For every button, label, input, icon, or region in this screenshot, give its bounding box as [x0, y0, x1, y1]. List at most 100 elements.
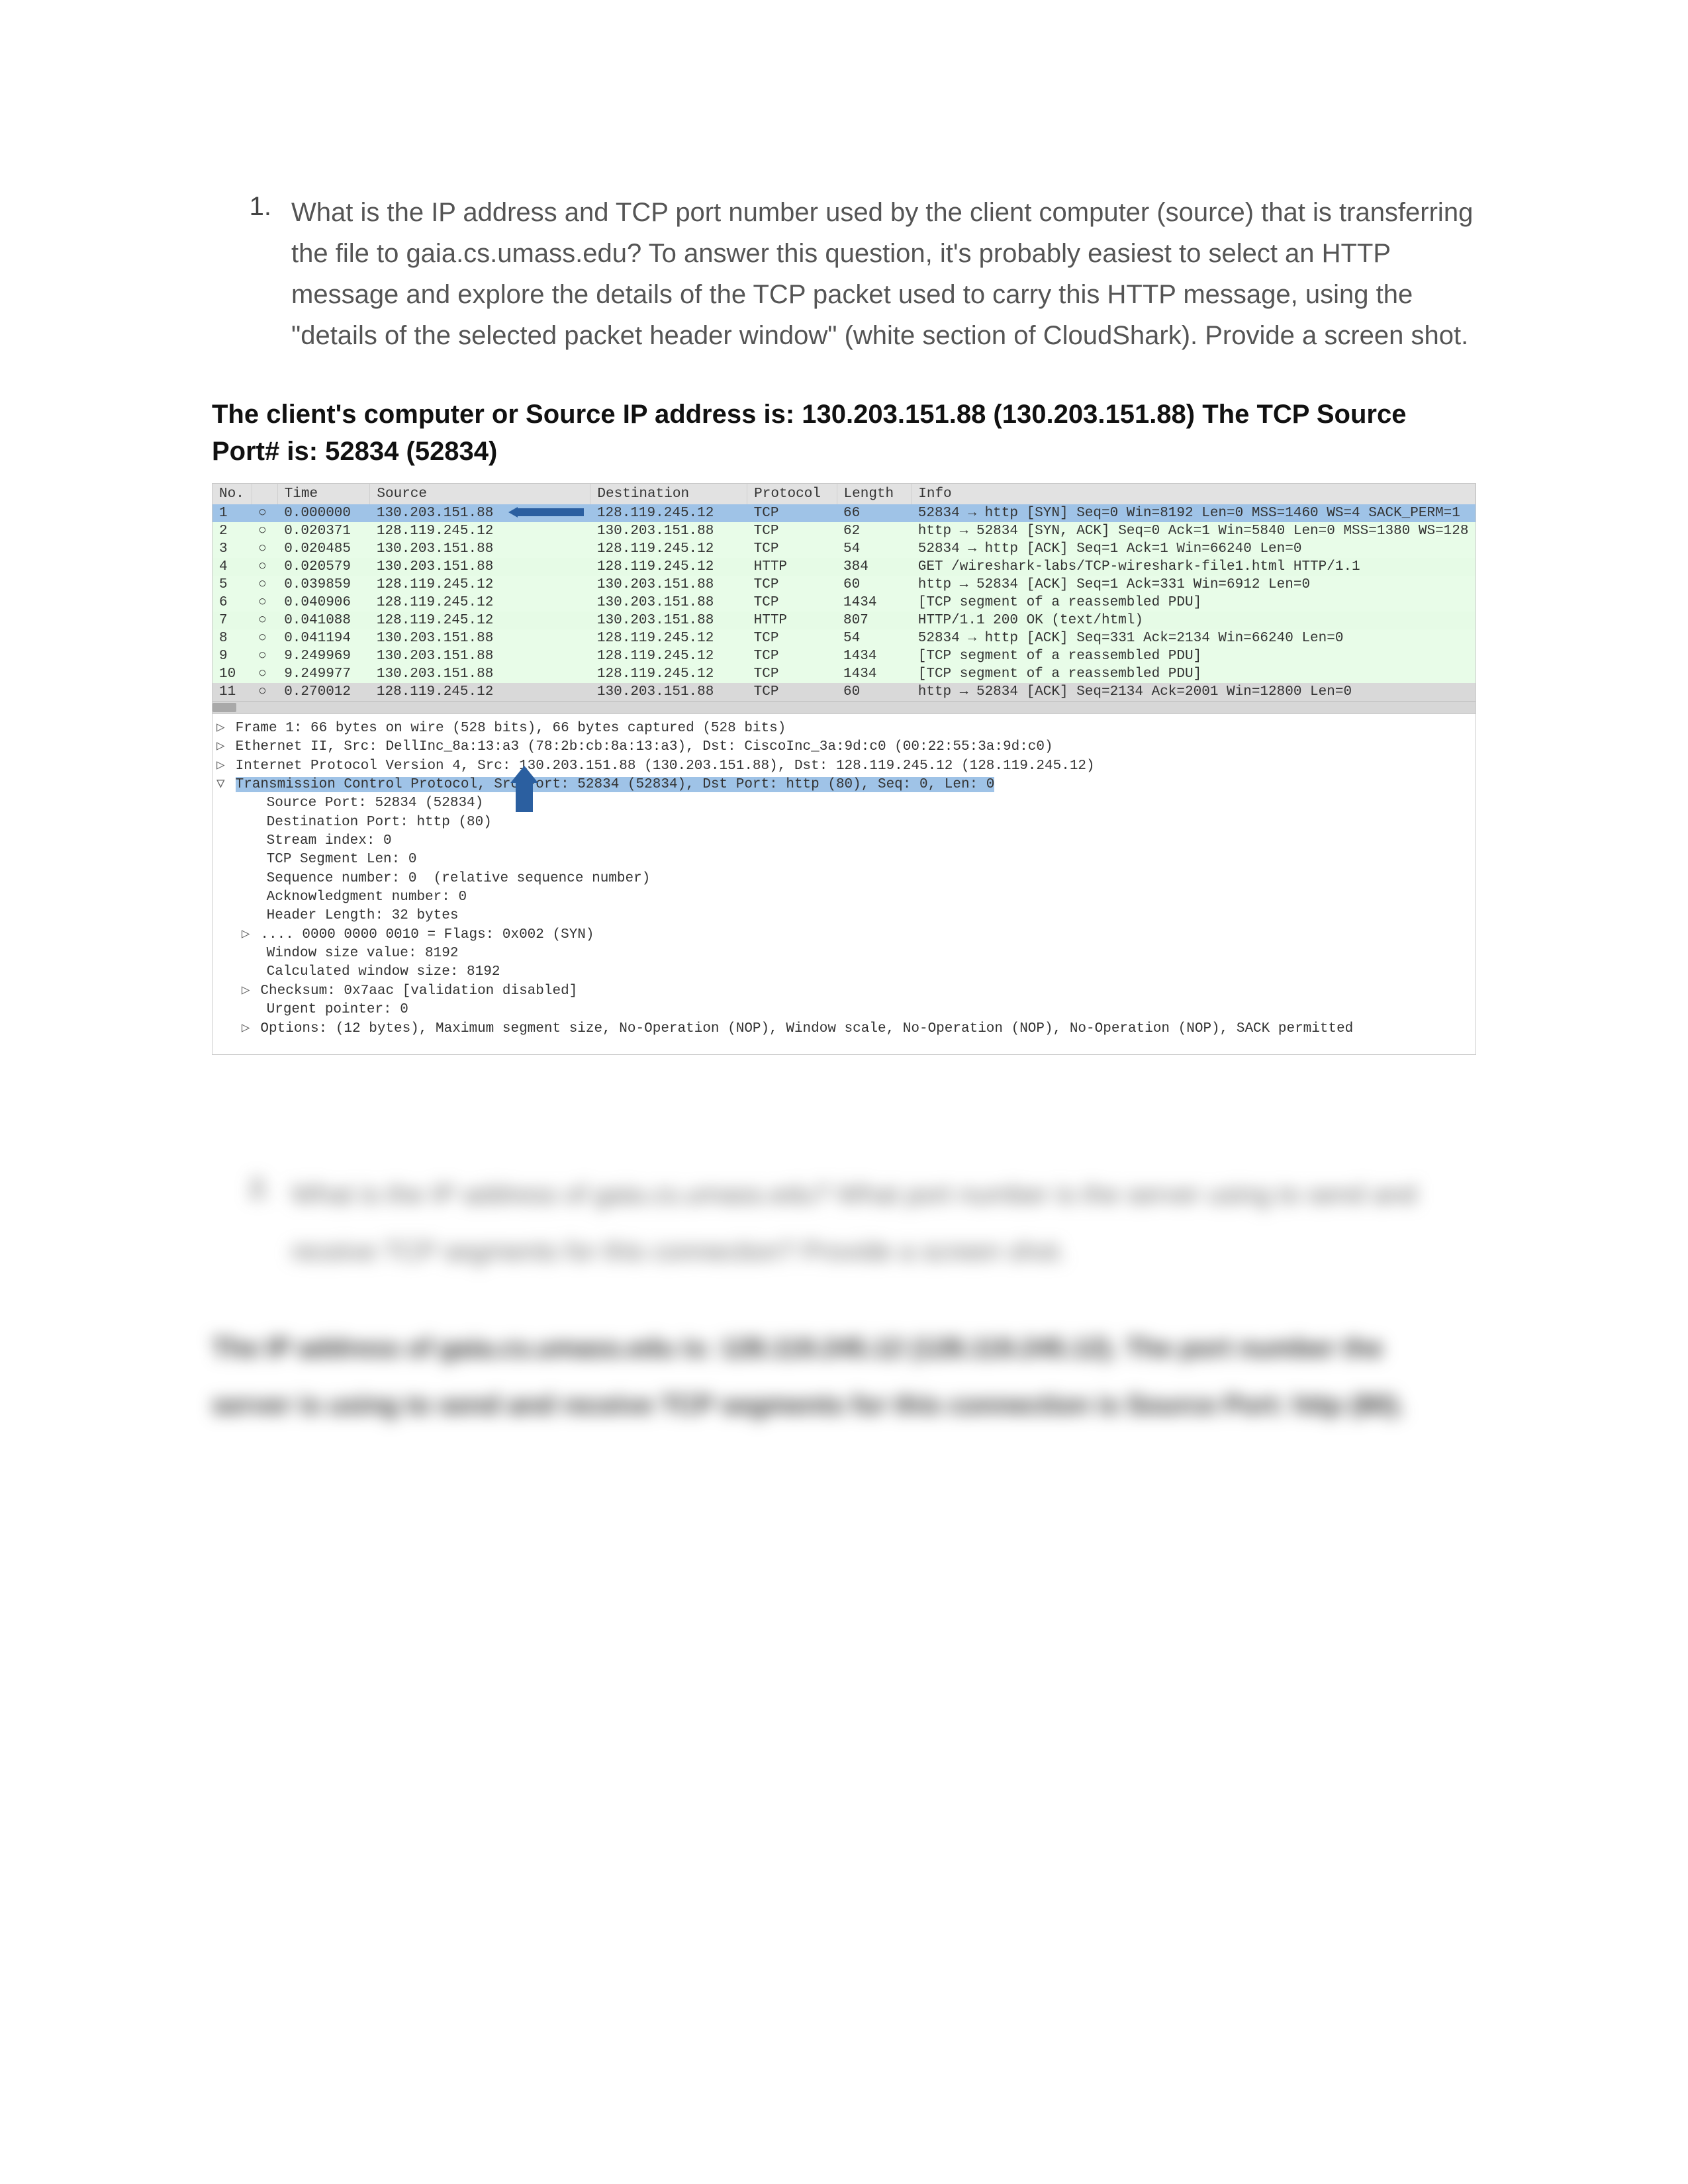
table-row[interactable]: 6○0.040906128.119.245.12130.203.151.88TC… — [212, 594, 1476, 612]
annotation-arrow-left — [504, 506, 584, 521]
column-header[interactable]: Source — [370, 484, 590, 504]
table-row[interactable]: 11○0.270012128.119.245.12130.203.151.88T… — [212, 683, 1476, 701]
cell: 54 — [837, 540, 912, 558]
cell: 5 — [212, 576, 252, 594]
cell: 4 — [212, 558, 252, 576]
cell: ○ — [252, 629, 277, 647]
cell: ○ — [252, 522, 277, 540]
table-row[interactable]: 2○0.020371128.119.245.12130.203.151.88TC… — [212, 522, 1476, 540]
cell: 52834 → http [ACK] Seq=331 Ack=2134 Win=… — [912, 629, 1476, 647]
column-header[interactable]: No. — [212, 484, 252, 504]
detail-subline: Options: (12 bytes), Maximum segment siz… — [216, 1020, 1472, 1038]
cell: 7 — [212, 612, 252, 629]
expand-icon[interactable] — [242, 982, 252, 1001]
cell: 130.203.151.88 — [370, 558, 590, 576]
cell: 62 — [837, 522, 912, 540]
expand-icon[interactable] — [216, 738, 227, 756]
cell: 807 — [837, 612, 912, 629]
cell: 8 — [212, 629, 252, 647]
cell: 6 — [212, 594, 252, 612]
collapse-icon[interactable] — [216, 776, 227, 794]
annotation-arrow-up — [510, 766, 538, 812]
question-number: 1. — [212, 192, 291, 356]
detail-text-highlighted: Transmission Control Protocol, Src Port:… — [236, 777, 995, 792]
expand-icon[interactable] — [216, 757, 227, 776]
cell: 130.203.151.88 — [370, 504, 590, 522]
detail-frame[interactable]: Frame 1: 66 bytes on wire (528 bits), 66… — [216, 719, 1472, 738]
cell: 130.203.151.88 — [370, 540, 590, 558]
table-row[interactable]: 3○0.020485130.203.151.88128.119.245.12TC… — [212, 540, 1476, 558]
cell: 2 — [212, 522, 252, 540]
cell: 1434 — [837, 647, 912, 665]
detail-tcp[interactable]: Transmission Control Protocol, Src Port:… — [216, 776, 1472, 794]
cell: http → 52834 [ACK] Seq=2134 Ack=2001 Win… — [912, 683, 1476, 701]
cell: 128.119.245.12 — [590, 504, 747, 522]
cell: TCP — [747, 683, 837, 701]
cell: 128.119.245.12 — [590, 540, 747, 558]
expand-icon[interactable] — [242, 926, 252, 944]
column-header[interactable]: Destination — [590, 484, 747, 504]
answer-1: The client's computer or Source IP addre… — [212, 396, 1476, 470]
table-row[interactable]: 9○9.249969130.203.151.88128.119.245.12TC… — [212, 647, 1476, 665]
table-row[interactable]: 1○0.000000130.203.151.88 128.119.245.12T… — [212, 504, 1476, 522]
table-row[interactable]: 4○0.020579130.203.151.88128.119.245.12HT… — [212, 558, 1476, 576]
cell: 130.203.151.88 — [370, 629, 590, 647]
detail-ethernet[interactable]: Ethernet II, Src: DellInc_8a:13:a3 (78:2… — [216, 738, 1472, 756]
cell: 66 — [837, 504, 912, 522]
column-header[interactable]: Protocol — [747, 484, 837, 504]
cell: TCP — [747, 522, 837, 540]
cell: 0.041194 — [277, 629, 370, 647]
cell: 11 — [212, 683, 252, 701]
column-header[interactable]: Info — [912, 484, 1476, 504]
cell: TCP — [747, 665, 837, 683]
table-row[interactable]: 10○9.249977130.203.151.88128.119.245.12T… — [212, 665, 1476, 683]
cell: ○ — [252, 612, 277, 629]
cell: 52834 → http [ACK] Seq=1 Ack=1 Win=66240… — [912, 540, 1476, 558]
cell: 128.119.245.12 — [370, 522, 590, 540]
cell: 130.203.151.88 — [590, 683, 747, 701]
cell: 54 — [837, 629, 912, 647]
detail-text: Internet Protocol Version 4, Src: 130.20… — [236, 758, 1095, 774]
cell: GET /wireshark-labs/TCP-wireshark-file1.… — [912, 558, 1476, 576]
cell: 9.249977 — [277, 665, 370, 683]
cell: ○ — [252, 558, 277, 576]
detail-text: Frame 1: 66 bytes on wire (528 bits), 66… — [236, 721, 786, 736]
expand-icon[interactable] — [242, 1020, 252, 1038]
cell: ○ — [252, 665, 277, 683]
cell: 384 — [837, 558, 912, 576]
detail-subline: Checksum: 0x7aac [validation disabled] — [216, 982, 1472, 1001]
cell: 0.040906 — [277, 594, 370, 612]
blurred-text: What is the IP address of gaia.cs.umass.… — [291, 1174, 1417, 1215]
cell: 128.119.245.12 — [370, 576, 590, 594]
expand-icon[interactable] — [216, 719, 227, 738]
detail-subline: Destination Port: http (80) — [216, 813, 1472, 832]
column-header[interactable]: Time — [277, 484, 370, 504]
scrollbar-thumb[interactable] — [212, 703, 236, 712]
cell: HTTP — [747, 558, 837, 576]
cell: 9.249969 — [277, 647, 370, 665]
column-header[interactable]: Length — [837, 484, 912, 504]
cell: 0.270012 — [277, 683, 370, 701]
packet-table: No. TimeSourceDestinationProtocolLengthI… — [212, 484, 1476, 701]
detail-subline: .... 0000 0000 0010 = Flags: 0x002 (SYN) — [216, 926, 1472, 944]
cell: 3 — [212, 540, 252, 558]
cell: [TCP segment of a reassembled PDU] — [912, 594, 1476, 612]
cell: TCP — [747, 576, 837, 594]
detail-ip[interactable]: Internet Protocol Version 4, Src: 130.20… — [216, 757, 1472, 776]
question-2-blurred: 2. What is the IP address of gaia.cs.uma… — [212, 1174, 1476, 1426]
cell: 60 — [837, 576, 912, 594]
cell: TCP — [747, 647, 837, 665]
question-1: 1. What is the IP address and TCP port n… — [212, 192, 1476, 356]
detail-subline: TCP Segment Len: 0 — [216, 850, 1472, 869]
column-header[interactable] — [252, 484, 277, 504]
detail-subline: Window size value: 8192 — [216, 944, 1472, 963]
packet-list-pane: No. TimeSourceDestinationProtocolLengthI… — [212, 483, 1476, 714]
cell: 128.119.245.12 — [370, 594, 590, 612]
table-row[interactable]: 8○0.041194130.203.151.88128.119.245.12TC… — [212, 629, 1476, 647]
table-row[interactable]: 5○0.039859128.119.245.12130.203.151.88TC… — [212, 576, 1476, 594]
cell: 128.119.245.12 — [370, 683, 590, 701]
horizontal-scrollbar[interactable] — [212, 701, 1476, 713]
table-row[interactable]: 7○0.041088128.119.245.12130.203.151.88HT… — [212, 612, 1476, 629]
cell: [TCP segment of a reassembled PDU] — [912, 665, 1476, 683]
cell: 130.203.151.88 — [370, 665, 590, 683]
